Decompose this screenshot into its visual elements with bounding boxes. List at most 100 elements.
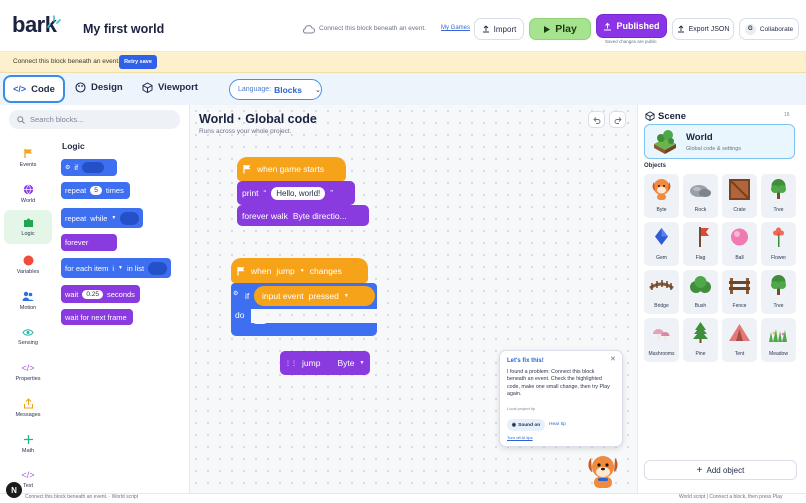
block-label: when game starts [257, 164, 325, 174]
wait-seconds-input[interactable]: 0.25 [82, 289, 103, 299]
object-flower[interactable]: Flower [761, 222, 796, 266]
object-tree[interactable]: Tree [761, 174, 796, 218]
category-label: Motion [19, 305, 37, 311]
language-select[interactable]: Language: Blocks ⌄ [229, 79, 322, 100]
object-gem[interactable]: Gem [644, 222, 679, 266]
object-crate[interactable]: Crate [722, 174, 757, 218]
category-variables[interactable]: Variables [4, 248, 52, 282]
notification-badge[interactable]: N [6, 482, 22, 498]
list-slot[interactable] [148, 261, 167, 275]
saved-note: Saved changes are public [605, 39, 657, 44]
block-label: wait [65, 289, 79, 299]
status-right: World script | Connect a block, then pre… [679, 494, 783, 500]
category-events[interactable]: Events [4, 141, 52, 175]
block-search-input[interactable]: Search blocks... [9, 110, 180, 129]
object-mushrooms[interactable]: Mushrooms [644, 318, 679, 362]
block-label: forever [65, 238, 89, 247]
category-messages[interactable]: Messages [4, 391, 52, 425]
palette-block-if[interactable]: ⚙ if [61, 159, 117, 176]
play-button[interactable]: Play [529, 18, 591, 40]
object-tree-2[interactable]: Tree [761, 270, 796, 314]
category-label: Events [19, 162, 37, 168]
meadow-icon [769, 329, 787, 342]
statement-slot[interactable] [251, 312, 269, 324]
state-dropdown[interactable]: pressed [309, 291, 339, 301]
object-flag[interactable]: Flag [683, 222, 718, 266]
object-ball[interactable]: Ball [722, 222, 757, 266]
hear-tip-button[interactable]: Hear tip [549, 422, 566, 427]
palette-block-repeat-while[interactable]: repeat while ▼ [61, 208, 143, 228]
collaborate-button[interactable]: G Collaborate [739, 18, 799, 40]
chevron-down-icon: ▼ [299, 267, 305, 274]
object-rock[interactable]: Rock [683, 174, 718, 218]
tab-code[interactable]: </> Code [3, 75, 65, 103]
print-block[interactable]: print “ Hello, world! ” [237, 181, 355, 205]
category-properties[interactable]: </> Properties [4, 355, 52, 389]
tab-code-label: Code [31, 83, 55, 95]
sound-toggle-button[interactable]: ◉ Sound on [507, 419, 545, 431]
export-label: Export JSON [688, 25, 730, 33]
key-dropdown[interactable]: jump [276, 266, 294, 276]
drag-handle-icon[interactable]: ⋮⋮ [285, 360, 297, 367]
target-dropdown[interactable]: Byte [337, 358, 354, 368]
undo-button[interactable] [588, 111, 605, 128]
language-value: Blocks [274, 84, 302, 95]
redo-button[interactable] [609, 111, 626, 128]
object-name: Fence [732, 303, 747, 309]
object-name: Flag [695, 255, 706, 261]
input-event-block[interactable]: input event pressed ▼ [254, 286, 375, 306]
palette-block-wait[interactable]: wait 0.25 seconds [61, 285, 140, 303]
import-button[interactable]: Import [474, 18, 524, 40]
tree-icon [771, 179, 786, 199]
add-object-button[interactable]: + Add object [644, 460, 797, 480]
object-name: Bridge [654, 303, 669, 309]
undo-icon [592, 116, 600, 124]
my-games-link[interactable]: My Games [441, 25, 470, 31]
export-json-button[interactable]: Export JSON [672, 18, 734, 40]
palette-block-for-each[interactable]: for each item i ▼ in list [61, 258, 171, 278]
category-motion[interactable]: Motion [4, 284, 52, 318]
tip-body: I found a problem: Connect this block be… [507, 369, 610, 397]
object-meadow[interactable]: Meadow [761, 318, 796, 362]
palette-block-wait-frame[interactable]: wait for next frame [61, 309, 133, 325]
object-pine[interactable]: Pine [683, 318, 718, 362]
palette-block-repeat-times[interactable]: repeat 5 times [61, 182, 130, 199]
dog-mascot-icon[interactable] [583, 450, 623, 490]
close-icon[interactable]: ✕ [610, 355, 616, 363]
category-sensing[interactable]: Sensing [4, 320, 52, 354]
condition-slot[interactable] [120, 211, 139, 225]
category-world[interactable]: World [4, 177, 52, 211]
palette-block-forever[interactable]: forever [61, 234, 117, 251]
object-fence[interactable]: Fence [722, 270, 757, 314]
when-game-starts-block[interactable]: when game starts [237, 157, 346, 181]
fence-icon [729, 278, 750, 294]
published-button[interactable]: Published [596, 14, 667, 38]
tab-design[interactable]: Design [75, 82, 123, 93]
object-tent[interactable]: Tent [722, 318, 757, 362]
ai-tip-popup [499, 350, 623, 447]
flag-icon [237, 266, 245, 275]
retry-save-button[interactable]: Retry save [119, 55, 157, 69]
category-math[interactable]: Math [4, 427, 52, 461]
when-key-changes-block[interactable]: when jump ▼ changes [231, 258, 368, 283]
object-name: Tent [734, 351, 745, 357]
jump-block[interactable]: ⋮⋮ jump Byte ▼ [280, 351, 370, 375]
block-label: times [105, 186, 124, 195]
turn-off-tips-link[interactable]: Turn off AI tips [507, 435, 533, 440]
object-byte[interactable]: Byte [644, 174, 679, 218]
forever-walk-block[interactable]: forever walk Byte directio... [237, 205, 369, 226]
avatar: G [744, 23, 756, 35]
tab-viewport[interactable]: Viewport [142, 82, 198, 93]
object-bridge[interactable]: Bridge [644, 270, 679, 314]
print-text-input[interactable]: Hello, world! [271, 186, 326, 200]
search-icon [17, 115, 25, 124]
direction-input[interactable]: Byte directio... [293, 211, 347, 221]
object-bush[interactable]: Bush [683, 270, 718, 314]
workspace-subtitle: Runs across your whole project. [199, 128, 292, 135]
condition-slot[interactable] [82, 162, 105, 173]
category-logic[interactable]: Logic [4, 210, 52, 244]
repeat-count-input[interactable]: 5 [90, 186, 102, 195]
project-title[interactable]: My first world [83, 22, 164, 36]
loop-variable[interactable]: i [112, 264, 114, 273]
ball-icon [731, 228, 748, 246]
